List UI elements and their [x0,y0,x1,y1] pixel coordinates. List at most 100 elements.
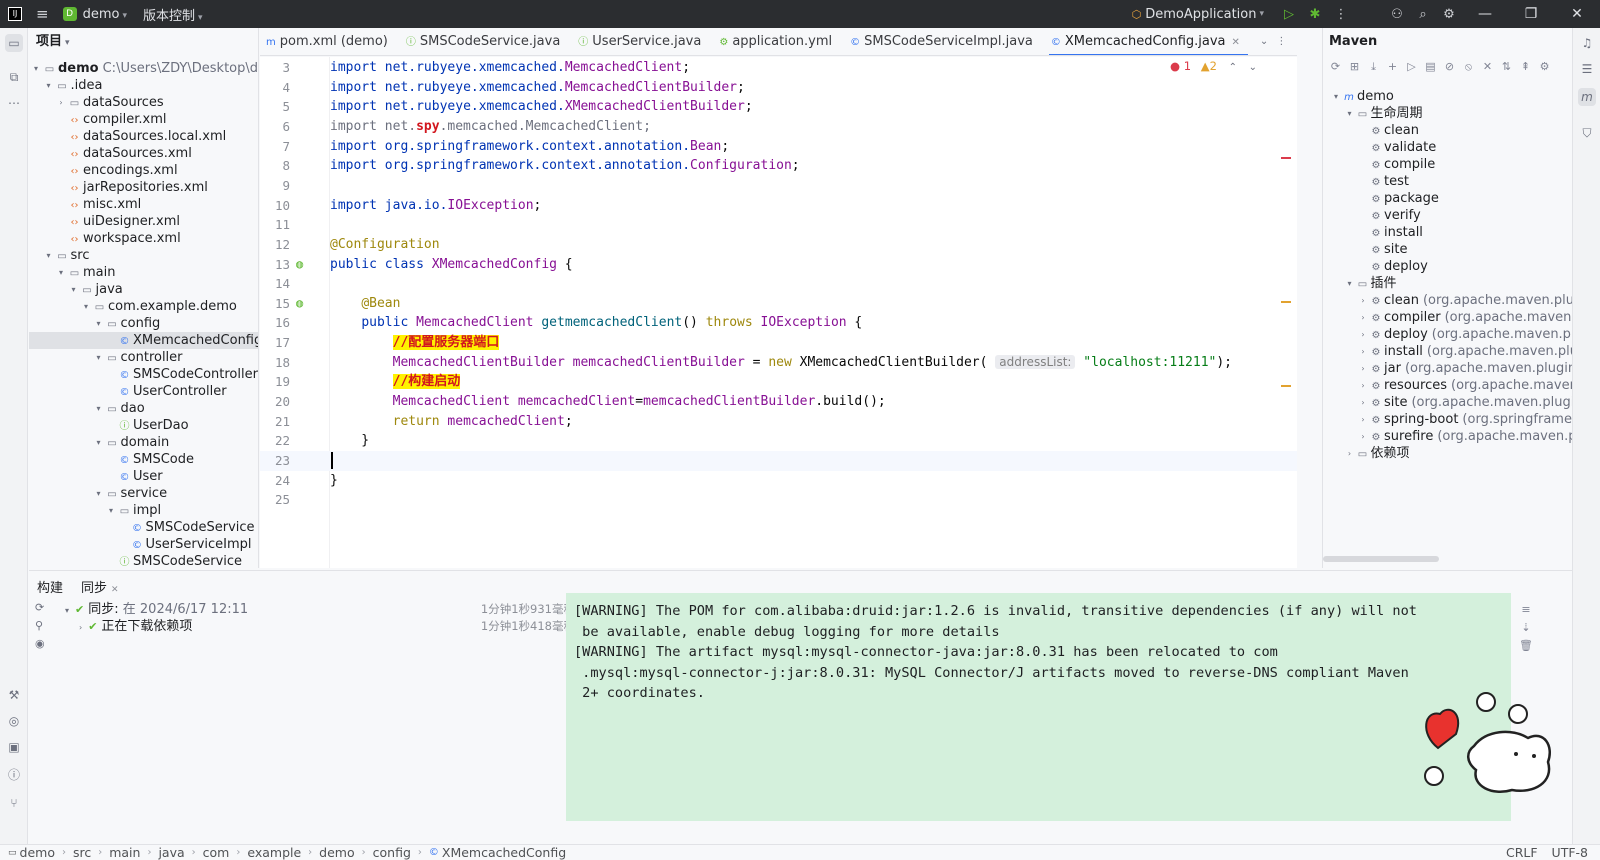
spring-bean-gutter-icon[interactable]: ◍ [296,255,303,275]
close-icon[interactable]: ✕ [1232,37,1240,48]
chevron-right-icon[interactable]: › [1358,292,1368,309]
project-tree-item[interactable]: ‹› compiler.xml [29,111,258,128]
breadcrumb-item[interactable]: java [158,845,184,860]
breadcrumb-item[interactable]: config [373,845,411,860]
breadcrumb-item[interactable]: main [109,845,140,860]
toggle-offline-icon[interactable]: ⊘ [1443,60,1456,78]
project-tree-item[interactable]: ▾ ▭ java [29,281,258,298]
code-editor[interactable]: ● 1 ▲2 ⌃ ⌄ 3 import net.rubyeye.xmemcache… [260,57,1297,568]
tab-list-chevron-icon[interactable]: ⌄ [1260,36,1268,47]
project-tree-item[interactable]: ▾ ▭ src [29,247,258,264]
project-tree-item[interactable]: ‹› dataSources.local.xml [29,128,258,145]
close-window-button[interactable]: ✕ [1554,6,1600,22]
project-tree-item[interactable]: ▾ ▭ dao [29,400,258,417]
project-tree-item[interactable]: © SMSCodeController [29,366,258,383]
line-separator-widget[interactable]: CRLF [1506,845,1538,860]
chevron-right-icon[interactable]: › [1358,394,1368,411]
chevron-down-icon[interactable]: ▾ [106,502,116,519]
debug-icon[interactable]: ✱ [1302,7,1328,22]
project-switcher[interactable]: demo ▾ [83,7,127,22]
breadcrumb-item[interactable]: com [203,845,230,860]
maven-tree-item[interactable]: ⚙ clean [1323,122,1572,139]
chevron-down-icon[interactable]: ▾ [81,298,91,315]
project-tree-item[interactable]: ⓘ SMSCodeService [29,553,258,568]
download-icon[interactable]: ⤓ [1367,60,1380,78]
search-icon[interactable]: ⌕ [1410,7,1436,22]
project-panel-header[interactable]: 项目 ▾ [29,28,258,56]
chevron-right-icon[interactable]: › [1358,411,1368,428]
project-tree-item[interactable]: ‹› jarRepositories.xml [29,179,258,196]
project-tree-item[interactable]: ‹› workspace.xml [29,230,258,247]
project-tree-item[interactable]: › ▭ dataSources [29,94,258,111]
add-folder-icon[interactable]: ⊞ [1348,60,1361,78]
project-tree-item[interactable]: ▾ ▭ com.example.demo [29,298,258,315]
main-menu-icon[interactable]: ≡ [36,5,49,23]
maven-tree-item[interactable]: ⚙ verify [1323,207,1572,224]
maven-tree-item[interactable]: ▾ m demo [1323,88,1572,105]
maven-tree-item[interactable]: › ⚙ install (org.apache.maven.plug [1323,343,1572,360]
encoding-widget[interactable]: UTF-8 [1552,845,1588,860]
project-tree-item[interactable]: ‹› misc.xml [29,196,258,213]
problems-icon[interactable]: ⓘ [5,766,23,784]
maven-tree-item[interactable]: › ⚙ jar (org.apache.maven.plugins: [1323,360,1572,377]
maven-tree-item[interactable]: › ⚙ clean (org.apache.maven.plugi [1323,292,1572,309]
project-tree-item[interactable]: ▾ ▭ main [29,264,258,281]
breadcrumb-item[interactable]: demo [319,845,354,860]
chevron-down-icon[interactable]: ▾ [1345,105,1355,122]
editor-tab[interactable]: m pom.xml (demo) [260,28,400,55]
maven-horizontal-scrollbar[interactable] [1323,556,1439,562]
maven-tree-item[interactable]: › ⚙ spring-boot (org.springframew [1323,411,1572,428]
chevron-down-icon[interactable]: ▾ [44,247,54,264]
git-icon[interactable]: ⑂ [5,794,23,812]
scroll-to-end-icon[interactable]: ⇣ [1518,621,1534,639]
maven-settings-icon[interactable]: ⚙ [1538,60,1551,78]
project-tree-item[interactable]: ‹› uiDesigner.xml [29,213,258,230]
maven-tree-item[interactable]: ⚙ package [1323,190,1572,207]
tab-build[interactable]: 构建 [37,577,63,596]
add-user-icon[interactable]: ⚇ [1384,7,1410,22]
run-config-selector[interactable]: ⬡ DemoApplication ▾ [1132,7,1264,22]
project-tree-item[interactable]: ▾ ▭ demo C:\Users\ZDY\Desktop\de [29,60,258,77]
project-tree-item[interactable]: ▾ ▭ .idea [29,77,258,94]
spring-bean-gutter-icon[interactable]: ◍ [296,294,303,314]
project-tree-item[interactable]: ▾ ▭ impl [29,502,258,519]
maven-icon[interactable]: m [1578,88,1596,106]
chevron-down-icon[interactable]: ▾ [31,60,41,77]
chevron-down-icon[interactable]: ▾ [94,315,104,332]
skip-tests-icon[interactable]: ⦸ [1462,60,1475,78]
chevron-down-icon[interactable]: ▾ [94,434,104,451]
maven-tree-item[interactable]: › ⚙ deploy (org.apache.maven.plu [1323,326,1572,343]
add-icon[interactable]: + [1386,60,1399,78]
chevron-right-icon[interactable]: › [1345,445,1355,462]
reload-icon[interactable]: ⟳ [1329,60,1342,78]
pin-icon[interactable]: ⚲ [35,619,51,637]
maven-tree-item[interactable]: ⚙ install [1323,224,1572,241]
chevron-right-icon[interactable]: › [1358,326,1368,343]
maven-tree-item[interactable]: › ⚙ compiler (org.apache.maven.p [1323,309,1572,326]
maven-tree-item[interactable]: ⚙ deploy [1323,258,1572,275]
database-icon[interactable]: ☰ [1578,60,1596,78]
project-folder-icon[interactable]: ▭ [5,34,23,52]
chevron-right-icon[interactable]: › [1358,343,1368,360]
project-tree-item[interactable]: © SMSCode [29,451,258,468]
terminal-icon[interactable]: ▣ [5,738,23,756]
chevron-down-icon[interactable]: ▾ [94,400,104,417]
collapse-icon[interactable]: ✕ [1481,60,1494,78]
show-deps-icon[interactable]: ⇅ [1500,60,1513,78]
app-logo-icon[interactable]: IJ [8,7,22,21]
maven-tree-item[interactable]: › ⚙ surefire (org.apache.maven.pl [1323,428,1572,445]
rerun-icon[interactable]: ⟳ [35,601,51,619]
editor-tab[interactable]: ⚙ application.yml [713,28,844,55]
project-tree-item[interactable]: ‹› dataSources.xml [29,145,258,162]
maven-tree-item[interactable]: › ⚙ site (org.apache.maven.plugin [1323,394,1572,411]
sync-root-row[interactable]: ▾ ✔ 同步: 在 2024/6/17 12:11 1分钟1秒931毫秒 [65,601,575,618]
breadcrumb-item[interactable]: demo [20,845,55,860]
maven-tree-item[interactable]: ▾ ▭ 生命周期 [1323,105,1572,122]
close-icon[interactable]: ✕ [111,585,119,595]
view-icon[interactable]: ◉ [35,637,51,655]
editor-tab[interactable]: ⓘ UserService.java [572,28,713,55]
maven-tree-item[interactable]: ⚙ validate [1323,139,1572,156]
project-tree-item[interactable]: ▾ ▭ domain [29,434,258,451]
more-tools-icon[interactable]: ⋯ [5,94,23,112]
chevron-right-icon[interactable]: › [1358,309,1368,326]
